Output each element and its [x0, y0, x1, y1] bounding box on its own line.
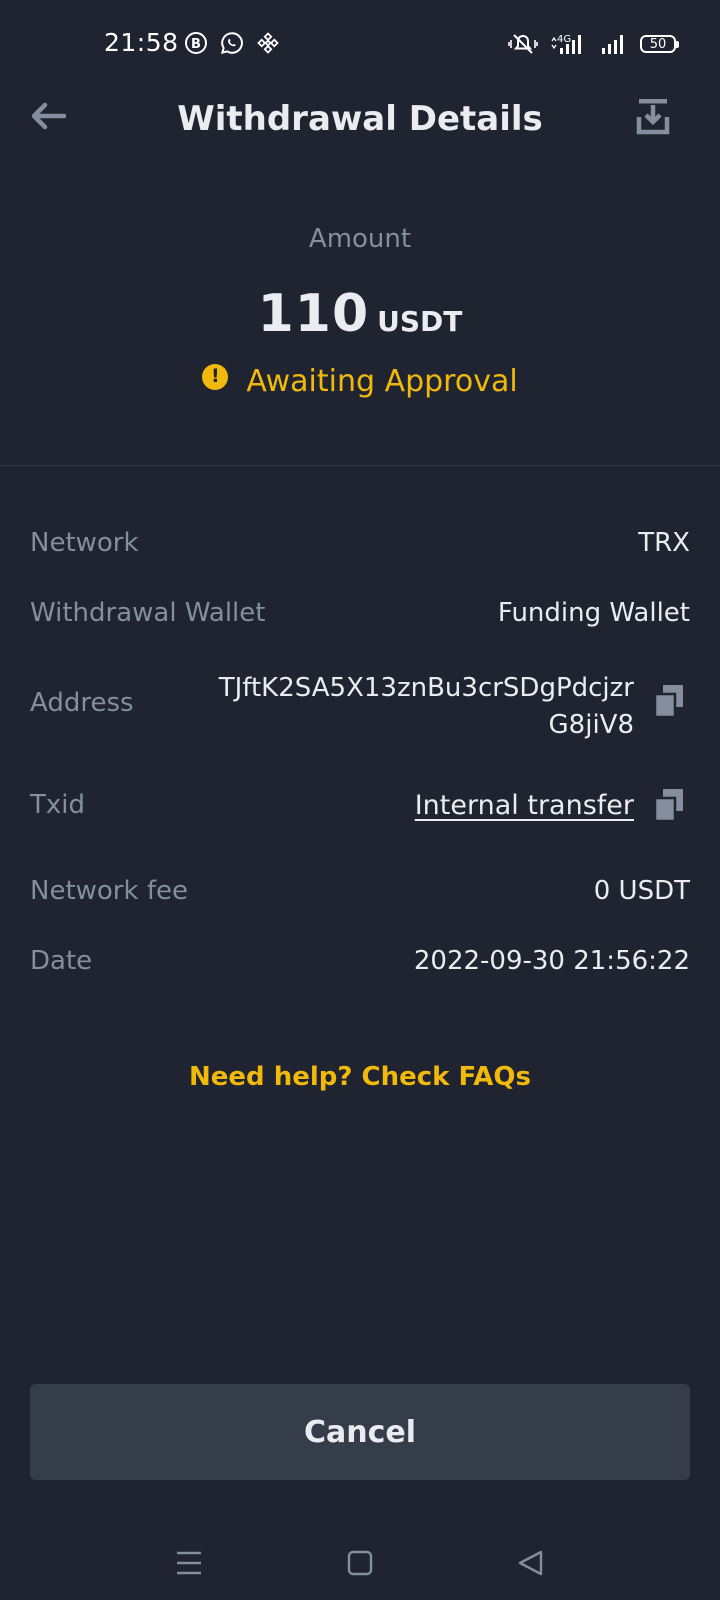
home-button[interactable] [345, 1548, 375, 1578]
whatsapp-icon [221, 32, 243, 54]
withdrawal-details-screen: 21:58 B 4G 50 Withdrawal Details Amount … [0, 0, 720, 1600]
download-icon [636, 99, 670, 135]
svg-text:B: B [191, 37, 201, 52]
network-type-label: 4G [557, 34, 571, 45]
status-right-icons: 4G 50 [508, 32, 679, 56]
amount-row: 110 USDT [0, 282, 720, 358]
signal-icon [602, 35, 623, 54]
copy-icon [653, 789, 683, 823]
withdrawal-wallet-value: Funding Wallet [497, 598, 690, 628]
battery-level: 50 [649, 36, 667, 52]
date-value: 2022-09-30 21:56:22 [413, 946, 690, 976]
mute-vibrate-icon [508, 34, 538, 54]
copy-address-button[interactable] [653, 684, 684, 719]
network-value: TRX [638, 528, 690, 558]
status-bar: 21:58 B 4G 50 [0, 0, 720, 90]
network-label: Network [30, 528, 139, 558]
withdrawal-status: ! Awaiting Approval [0, 363, 720, 399]
back-triangle-icon [518, 1550, 543, 1576]
status-time: 21:58 [104, 28, 179, 57]
amount-unit: USDT [377, 305, 463, 338]
b-badge-icon: B [185, 32, 207, 54]
download-button[interactable] [636, 96, 670, 136]
home-square-icon [347, 1550, 373, 1576]
faq-link[interactable]: Need help? Check FAQs [0, 1062, 720, 1092]
address-value: TJftK2SA5X13znBu3crSDgPdcjzrG8jiV8 [218, 673, 634, 740]
menu-icon [177, 1551, 201, 1575]
amount-value: 110 [257, 284, 370, 344]
page-title: Withdrawal Details [177, 99, 543, 139]
binance-icon [257, 32, 279, 54]
signal-4g-icon: 4G [551, 34, 581, 54]
copy-icon [653, 685, 683, 719]
status-app-icons: B [184, 31, 280, 55]
address-label: Address [30, 688, 134, 718]
txid-label: Txid [30, 790, 85, 820]
system-nav-bar [0, 1520, 720, 1600]
section-divider [0, 465, 720, 466]
txid-link[interactable]: Internal transfer [415, 790, 634, 821]
exclamation-circle-icon: ! [202, 363, 229, 390]
menu-button[interactable] [174, 1548, 204, 1578]
date-label: Date [30, 946, 93, 976]
network-fee-label: Network fee [30, 876, 188, 906]
withdrawal-wallet-label: Withdrawal Wallet [30, 598, 266, 628]
status-text: Awaiting Approval [246, 364, 518, 399]
nav-back-button[interactable] [516, 1548, 546, 1578]
battery-icon: 50 [640, 35, 679, 53]
network-fee-value: 0 USDT [593, 876, 690, 906]
copy-txid-button[interactable] [653, 788, 684, 823]
cancel-button[interactable]: Cancel [30, 1384, 690, 1480]
amount-label: Amount [308, 224, 412, 254]
